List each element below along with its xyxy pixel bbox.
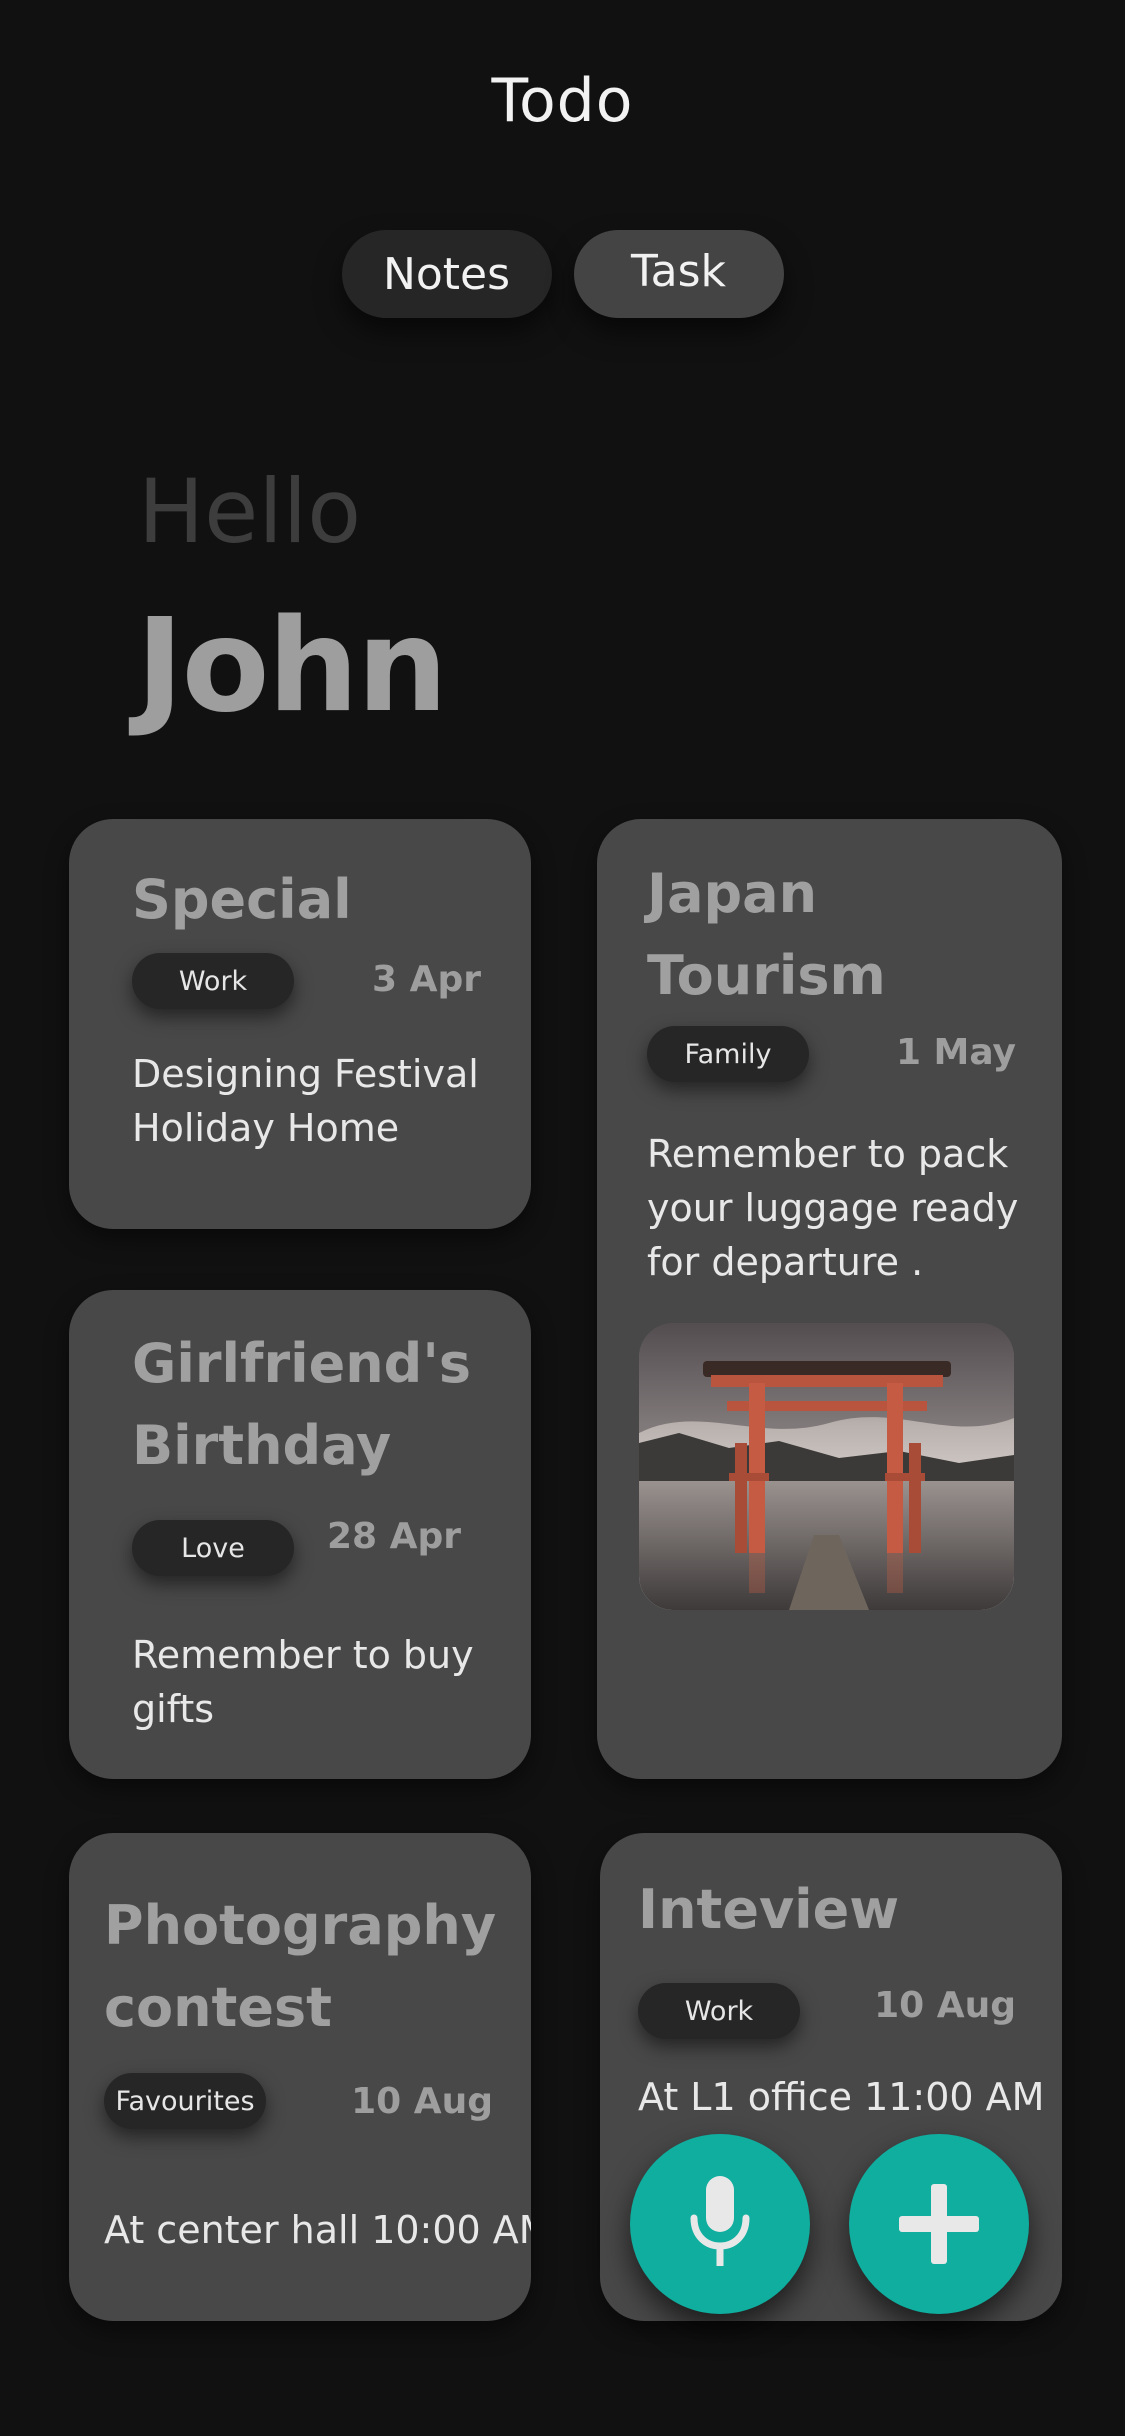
card-title-line-2: contest — [104, 1976, 332, 2039]
card-title: Inteview — [638, 1878, 900, 1941]
card-title-line-1: Japan — [647, 862, 818, 925]
card-date: 10 Aug — [351, 2081, 493, 2122]
voice-input-button[interactable] — [630, 2134, 810, 2314]
card-title-line-2: Tourism — [647, 944, 886, 1007]
card-tag: Work — [638, 1983, 800, 2039]
task-card-photography-contest[interactable]: Photography contest Favourites 10 Aug At… — [69, 1833, 531, 2321]
card-description: Designing Festival Holiday Home — [132, 1052, 479, 1150]
card-tag: Work — [132, 953, 294, 1009]
tab-bar: Notes Task — [0, 230, 1125, 318]
tab-task[interactable]: Task — [573, 230, 784, 318]
card-date: 28 Apr — [326, 1516, 461, 1557]
card-tag: Favourites — [104, 2073, 266, 2129]
card-description: Remember to buy gifts — [132, 1633, 474, 1731]
add-task-button[interactable] — [849, 2134, 1029, 2314]
card-title-line-2: Birthday — [132, 1414, 392, 1477]
card-tag: Love — [132, 1520, 294, 1576]
task-card-special[interactable]: Special Work 3 Apr Designing Festival Ho… — [69, 819, 531, 1229]
card-tag: Family — [647, 1026, 809, 1082]
greeting-name: John — [136, 592, 448, 741]
greeting-hello: Hello — [138, 460, 362, 563]
task-card-japan-tourism[interactable]: Japan Tourism Family 1 May Remember to p… — [597, 819, 1062, 1779]
app-title: Todo — [491, 66, 634, 136]
microphone-icon — [690, 2176, 750, 2266]
tab-notes[interactable]: Notes — [341, 230, 552, 318]
plus-icon — [899, 2184, 979, 2264]
card-date: 10 Aug — [874, 1985, 1016, 2026]
card-description: At center hall 10:00 AM — [104, 2208, 531, 2252]
task-card-girlfriends-birthday[interactable]: Girlfriend's Birthday Love 28 Apr Rememb… — [69, 1290, 531, 1779]
card-description: Remember to pack your luggage ready for … — [647, 1132, 1019, 1284]
card-date: 1 May — [895, 1032, 1016, 1073]
torii-gate-photo — [639, 1323, 1014, 1610]
card-title-line-1: Photography — [104, 1894, 497, 1957]
card-description: At L1 office 11:00 AM — [638, 2075, 1045, 2119]
card-title-line-1: Girlfriend's — [132, 1332, 472, 1395]
card-title: Special — [132, 868, 352, 931]
card-date: 3 Apr — [372, 959, 481, 1000]
